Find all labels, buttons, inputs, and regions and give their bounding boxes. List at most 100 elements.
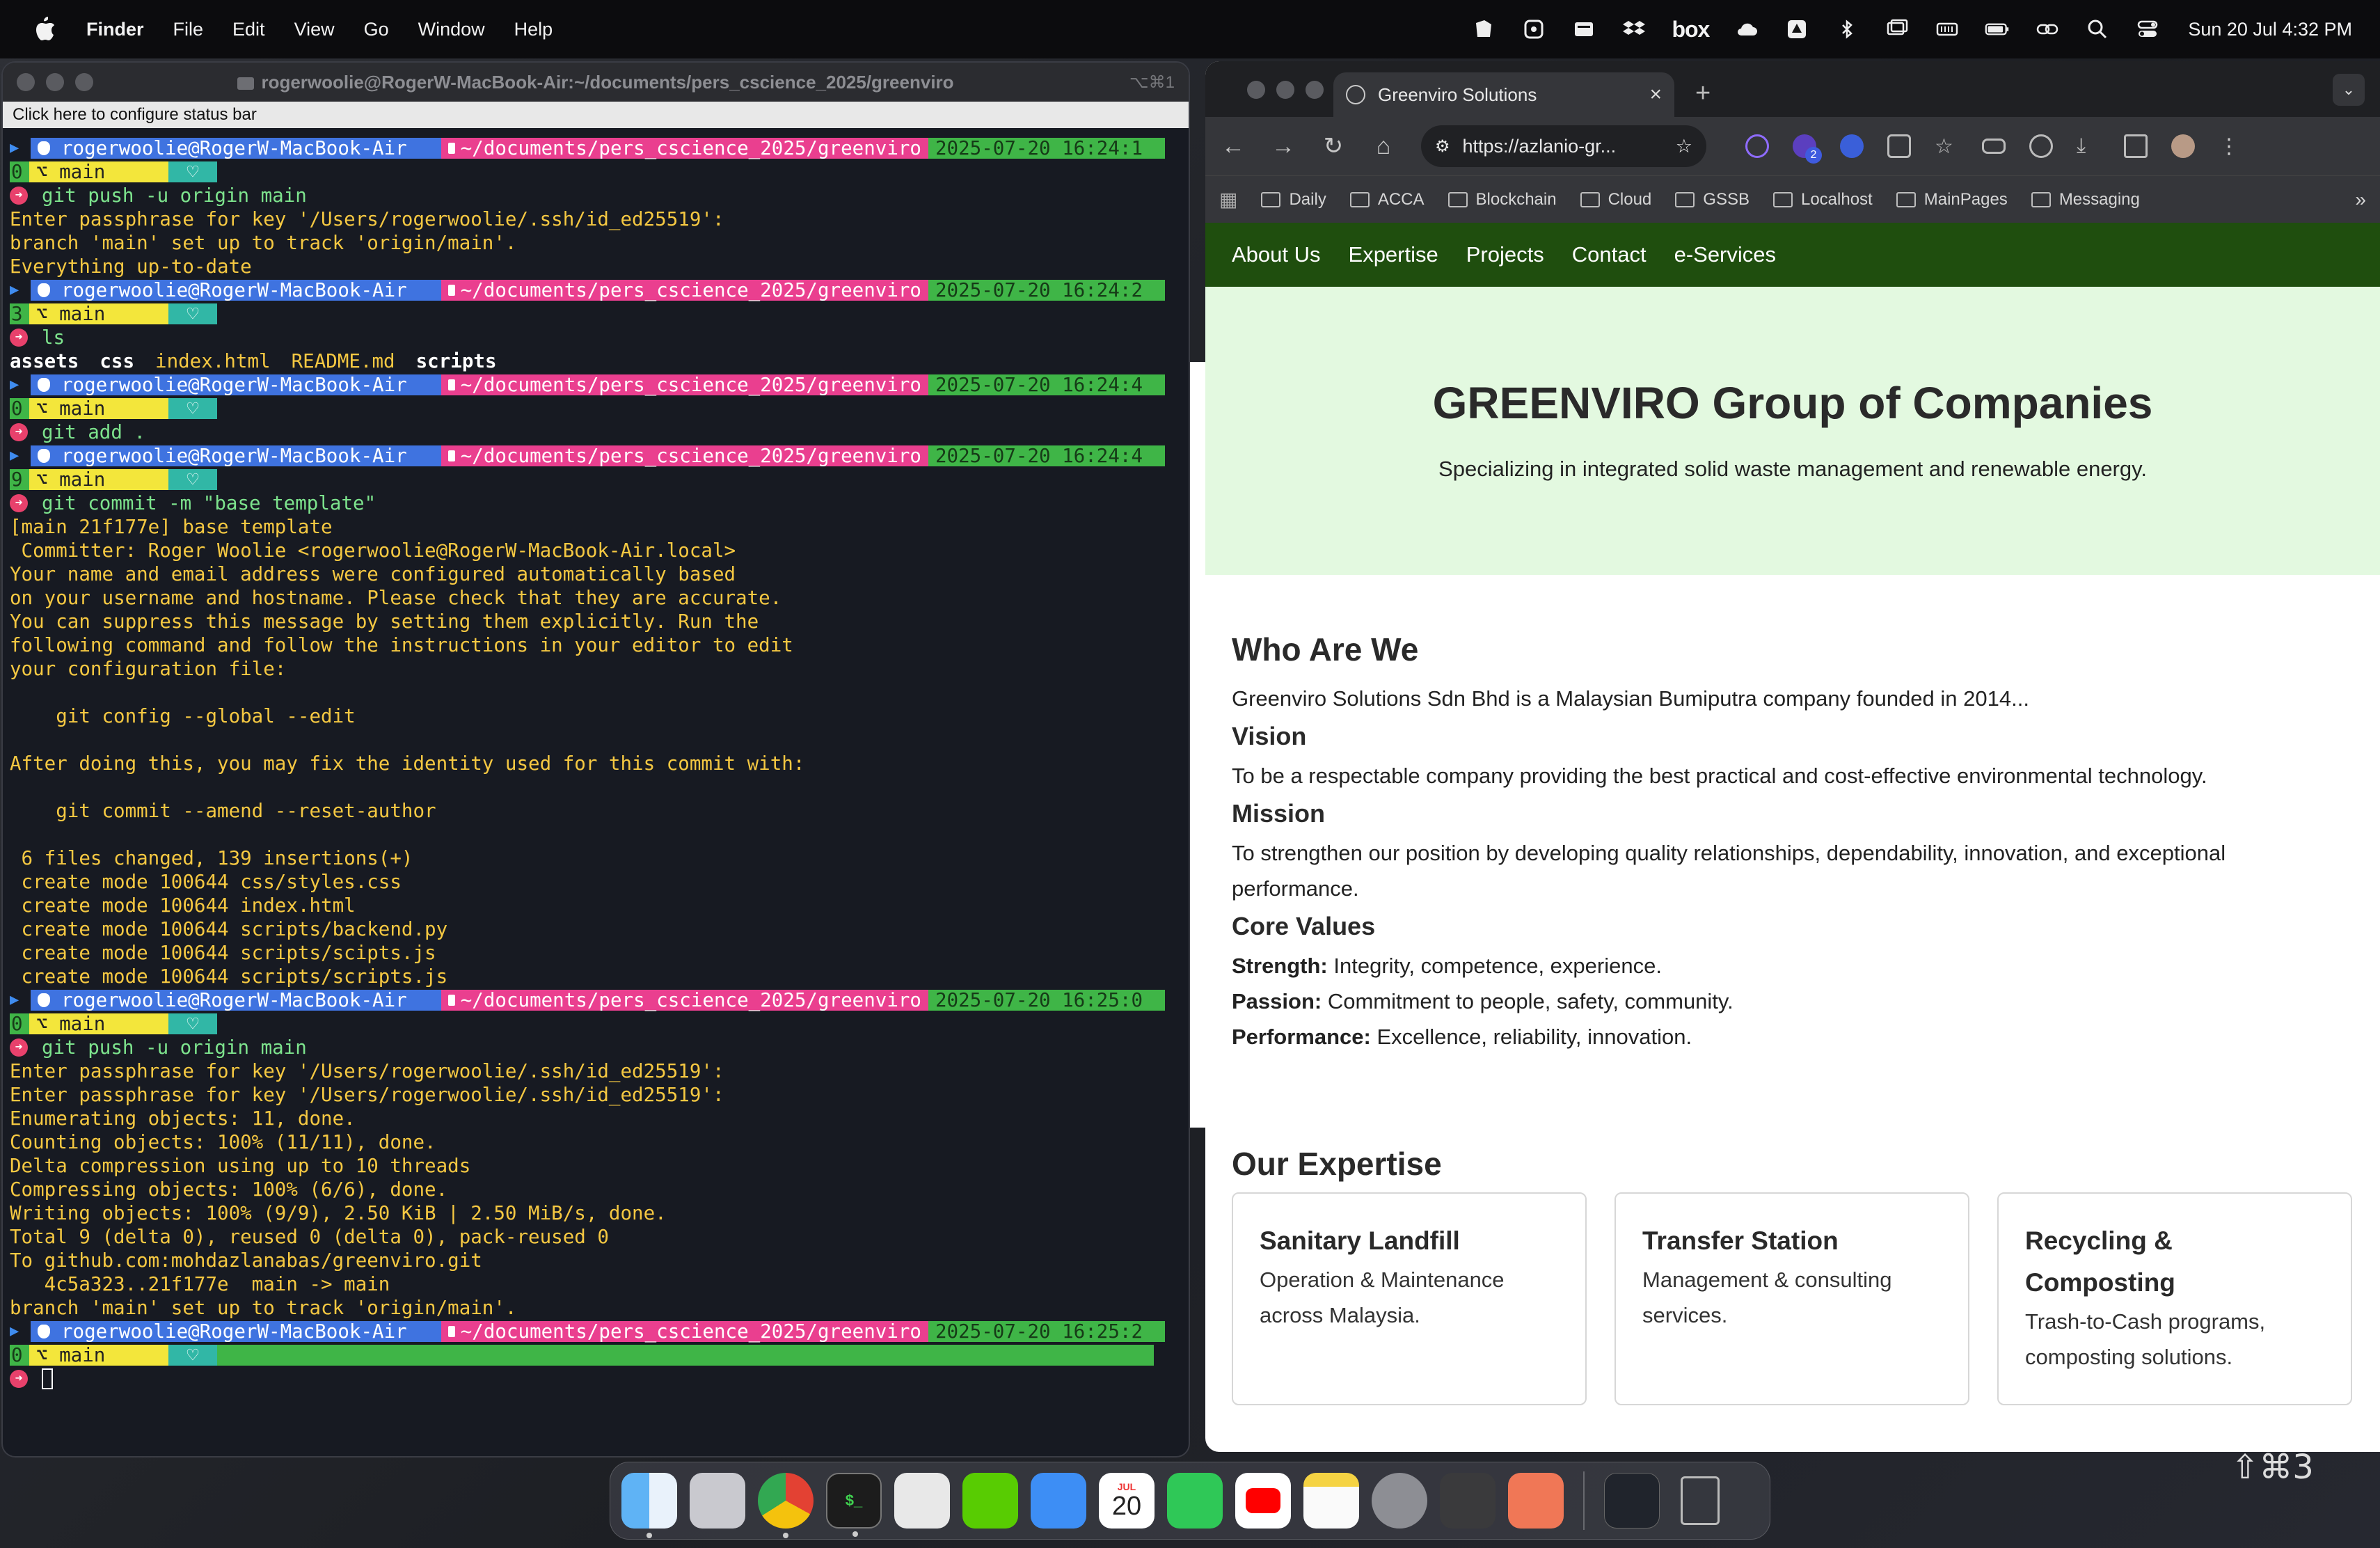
menu-help[interactable]: Help — [514, 19, 553, 40]
nav-projects[interactable]: Projects — [1466, 242, 1544, 267]
keyboard-status-icon[interactable] — [1571, 17, 1596, 42]
menu-view[interactable]: View — [294, 19, 335, 40]
link-icon[interactable] — [2035, 17, 2060, 42]
menu-app-name[interactable]: Finder — [86, 19, 144, 40]
menu-clock[interactable]: Sun 20 Jul 4:32 PM — [2188, 19, 2352, 40]
drive-icon[interactable] — [1784, 17, 1809, 42]
finder-icon[interactable] — [621, 1473, 677, 1538]
chevron-down-icon[interactable]: ⌄ — [2333, 74, 2365, 106]
address-bar[interactable]: ⚙ https://azlanio-gr... ☆ — [1421, 125, 1706, 167]
duolingo-icon[interactable] — [962, 1473, 1018, 1529]
zoom-window-button[interactable] — [1306, 81, 1324, 99]
download-icon[interactable]: ⤓ — [2077, 134, 2100, 158]
chevron-right-icon[interactable]: » — [2355, 189, 2366, 211]
avatar[interactable] — [2171, 134, 2195, 158]
apple-menu-icon[interactable] — [25, 10, 63, 48]
bookmark-label: ACCA — [1377, 189, 1425, 209]
system-settings-icon[interactable] — [1372, 1473, 1427, 1529]
expertise-card[interactable]: Transfer Station Management & consulting… — [1615, 1192, 1969, 1405]
nav-about-us[interactable]: About Us — [1232, 242, 1321, 267]
extension-c-icon[interactable] — [1840, 134, 1864, 158]
who-text: Greenviro Solutions Sdn Bhd is a Malaysi… — [1232, 686, 2029, 711]
expertise-card[interactable]: Recycling & Composting Trash-to-Cash pro… — [1997, 1192, 2352, 1405]
menu-file[interactable]: File — [173, 19, 204, 40]
extension-badge: 2 — [1805, 147, 1822, 164]
expertise-card[interactable]: Sanitary Landfill Operation & Maintenanc… — [1232, 1192, 1587, 1405]
command-line[interactable]: ➜ ls — [10, 326, 1182, 349]
reload-button[interactable]: ↻ — [1321, 132, 1346, 160]
terminal-window-thumbnail-icon[interactable] — [1604, 1473, 1660, 1529]
folder-icon — [448, 285, 455, 296]
bookmark-folder[interactable]: Daily — [1261, 190, 1326, 210]
terminal-titlebar[interactable]: rogerwoolie@RogerW-MacBook-Air:~/documen… — [3, 63, 1189, 102]
shield-status-icon[interactable] — [1471, 17, 1496, 42]
command-line[interactable]: ➜ git push -u origin main — [10, 1036, 1182, 1059]
battery-icon[interactable] — [1985, 17, 2010, 42]
nav-expertise[interactable]: Expertise — [1349, 242, 1438, 267]
bookmark-folder[interactable]: MainPages — [1896, 190, 2008, 210]
menu-go[interactable]: Go — [364, 19, 389, 40]
home-button[interactable]: ⌂ — [1371, 133, 1396, 160]
apple-icon — [38, 1325, 50, 1338]
prompt-path: ~/documents/pers_cscience_2025/greenviro — [441, 279, 928, 301]
mail-icon[interactable] — [1031, 1473, 1086, 1529]
whatsapp-icon[interactable] — [1167, 1473, 1223, 1529]
command-line[interactable]: ➜ git commit -m "base template" — [10, 491, 1182, 515]
bookmark-star-icon[interactable]: ☆ — [1676, 136, 1692, 157]
chrome-icon[interactable] — [758, 1473, 814, 1538]
terminal-output[interactable]: ▶ rogerwoolie@RogerW-MacBook-Air ~/documen… — [3, 128, 1189, 1391]
output-line: [main 21f177e] base template — [10, 516, 333, 538]
close-tab-icon[interactable]: × — [1649, 83, 1662, 106]
box-icon[interactable]: box — [1672, 17, 1710, 42]
site-settings-icon[interactable]: ⚙ — [1435, 136, 1450, 157]
forward-button[interactable]: → — [1271, 133, 1296, 160]
close-window-button[interactable] — [1247, 81, 1265, 99]
star-list-icon[interactable]: ☆ — [1935, 134, 1958, 158]
terminal-icon[interactable]: $_ — [826, 1473, 882, 1537]
youtube-icon[interactable] — [1235, 1473, 1291, 1529]
trash-icon[interactable] — [2124, 134, 2148, 158]
notes-icon[interactable] — [1303, 1473, 1359, 1529]
calculator-icon[interactable] — [1440, 1473, 1496, 1529]
terminal-status-bar[interactable]: Click here to configure status bar — [3, 102, 1189, 128]
bookmark-folder[interactable]: ACCA — [1349, 189, 1425, 210]
cloud-icon[interactable] — [1734, 17, 1759, 42]
app-status-icon[interactable] — [1521, 17, 1546, 42]
memory-icon[interactable] — [1935, 17, 1960, 42]
browser-tab[interactable]: Greenviro Solutions × — [1333, 72, 1674, 117]
spotlight-search-icon[interactable] — [2085, 17, 2110, 42]
sublime-icon[interactable] — [1508, 1473, 1564, 1529]
command-line[interactable]: ➜ git push -u origin main — [10, 184, 1182, 207]
bookmark-folder[interactable]: Messaging — [2031, 190, 2140, 210]
menu-window[interactable]: Window — [418, 19, 485, 40]
launchpad-icon[interactable] — [690, 1473, 745, 1529]
bookmark-folder[interactable]: Cloud — [1580, 190, 1651, 210]
bluetooth-icon[interactable] — [1834, 17, 1859, 42]
new-tab-button[interactable]: + — [1695, 79, 1711, 109]
menu-edit[interactable]: Edit — [232, 19, 265, 40]
command-line[interactable]: ➜ git add . — [10, 420, 1182, 444]
command-line[interactable]: ➜ — [10, 1367, 1182, 1391]
dropbox-icon[interactable] — [1621, 17, 1647, 42]
calendar-icon[interactable]: JUL 20 — [1099, 1473, 1155, 1529]
control-center-icon[interactable] — [2135, 17, 2160, 42]
history-icon[interactable] — [2029, 134, 2053, 158]
minimize-window-button[interactable] — [1276, 81, 1294, 99]
key-icon[interactable] — [1982, 139, 2006, 154]
bookmark-folder[interactable]: Localhost — [1772, 190, 1873, 210]
extension-badge-icon[interactable]: 2 — [1793, 134, 1822, 164]
puzzle-icon[interactable] — [1887, 134, 1911, 158]
prompt-path: ~/documents/pers_cscience_2025/greenviro — [441, 445, 928, 467]
nav-e-services[interactable]: e-Services — [1674, 242, 1776, 267]
apps-grid-icon[interactable]: ▦ — [1219, 188, 1237, 211]
output-line: git commit --amend --reset-author — [10, 800, 436, 822]
back-button[interactable]: ← — [1221, 133, 1246, 160]
nav-contact[interactable]: Contact — [1572, 242, 1647, 267]
screen-mirror-icon[interactable] — [1885, 17, 1910, 42]
extension-icon[interactable] — [1745, 134, 1769, 158]
more-menu-icon[interactable]: ⋮ — [2219, 134, 2239, 159]
bookmark-folder[interactable]: GSSB — [1675, 190, 1750, 210]
bookmark-folder[interactable]: Blockchain — [1447, 190, 1557, 210]
grid-app-icon[interactable] — [894, 1473, 950, 1529]
trash-icon[interactable] — [1672, 1473, 1728, 1529]
